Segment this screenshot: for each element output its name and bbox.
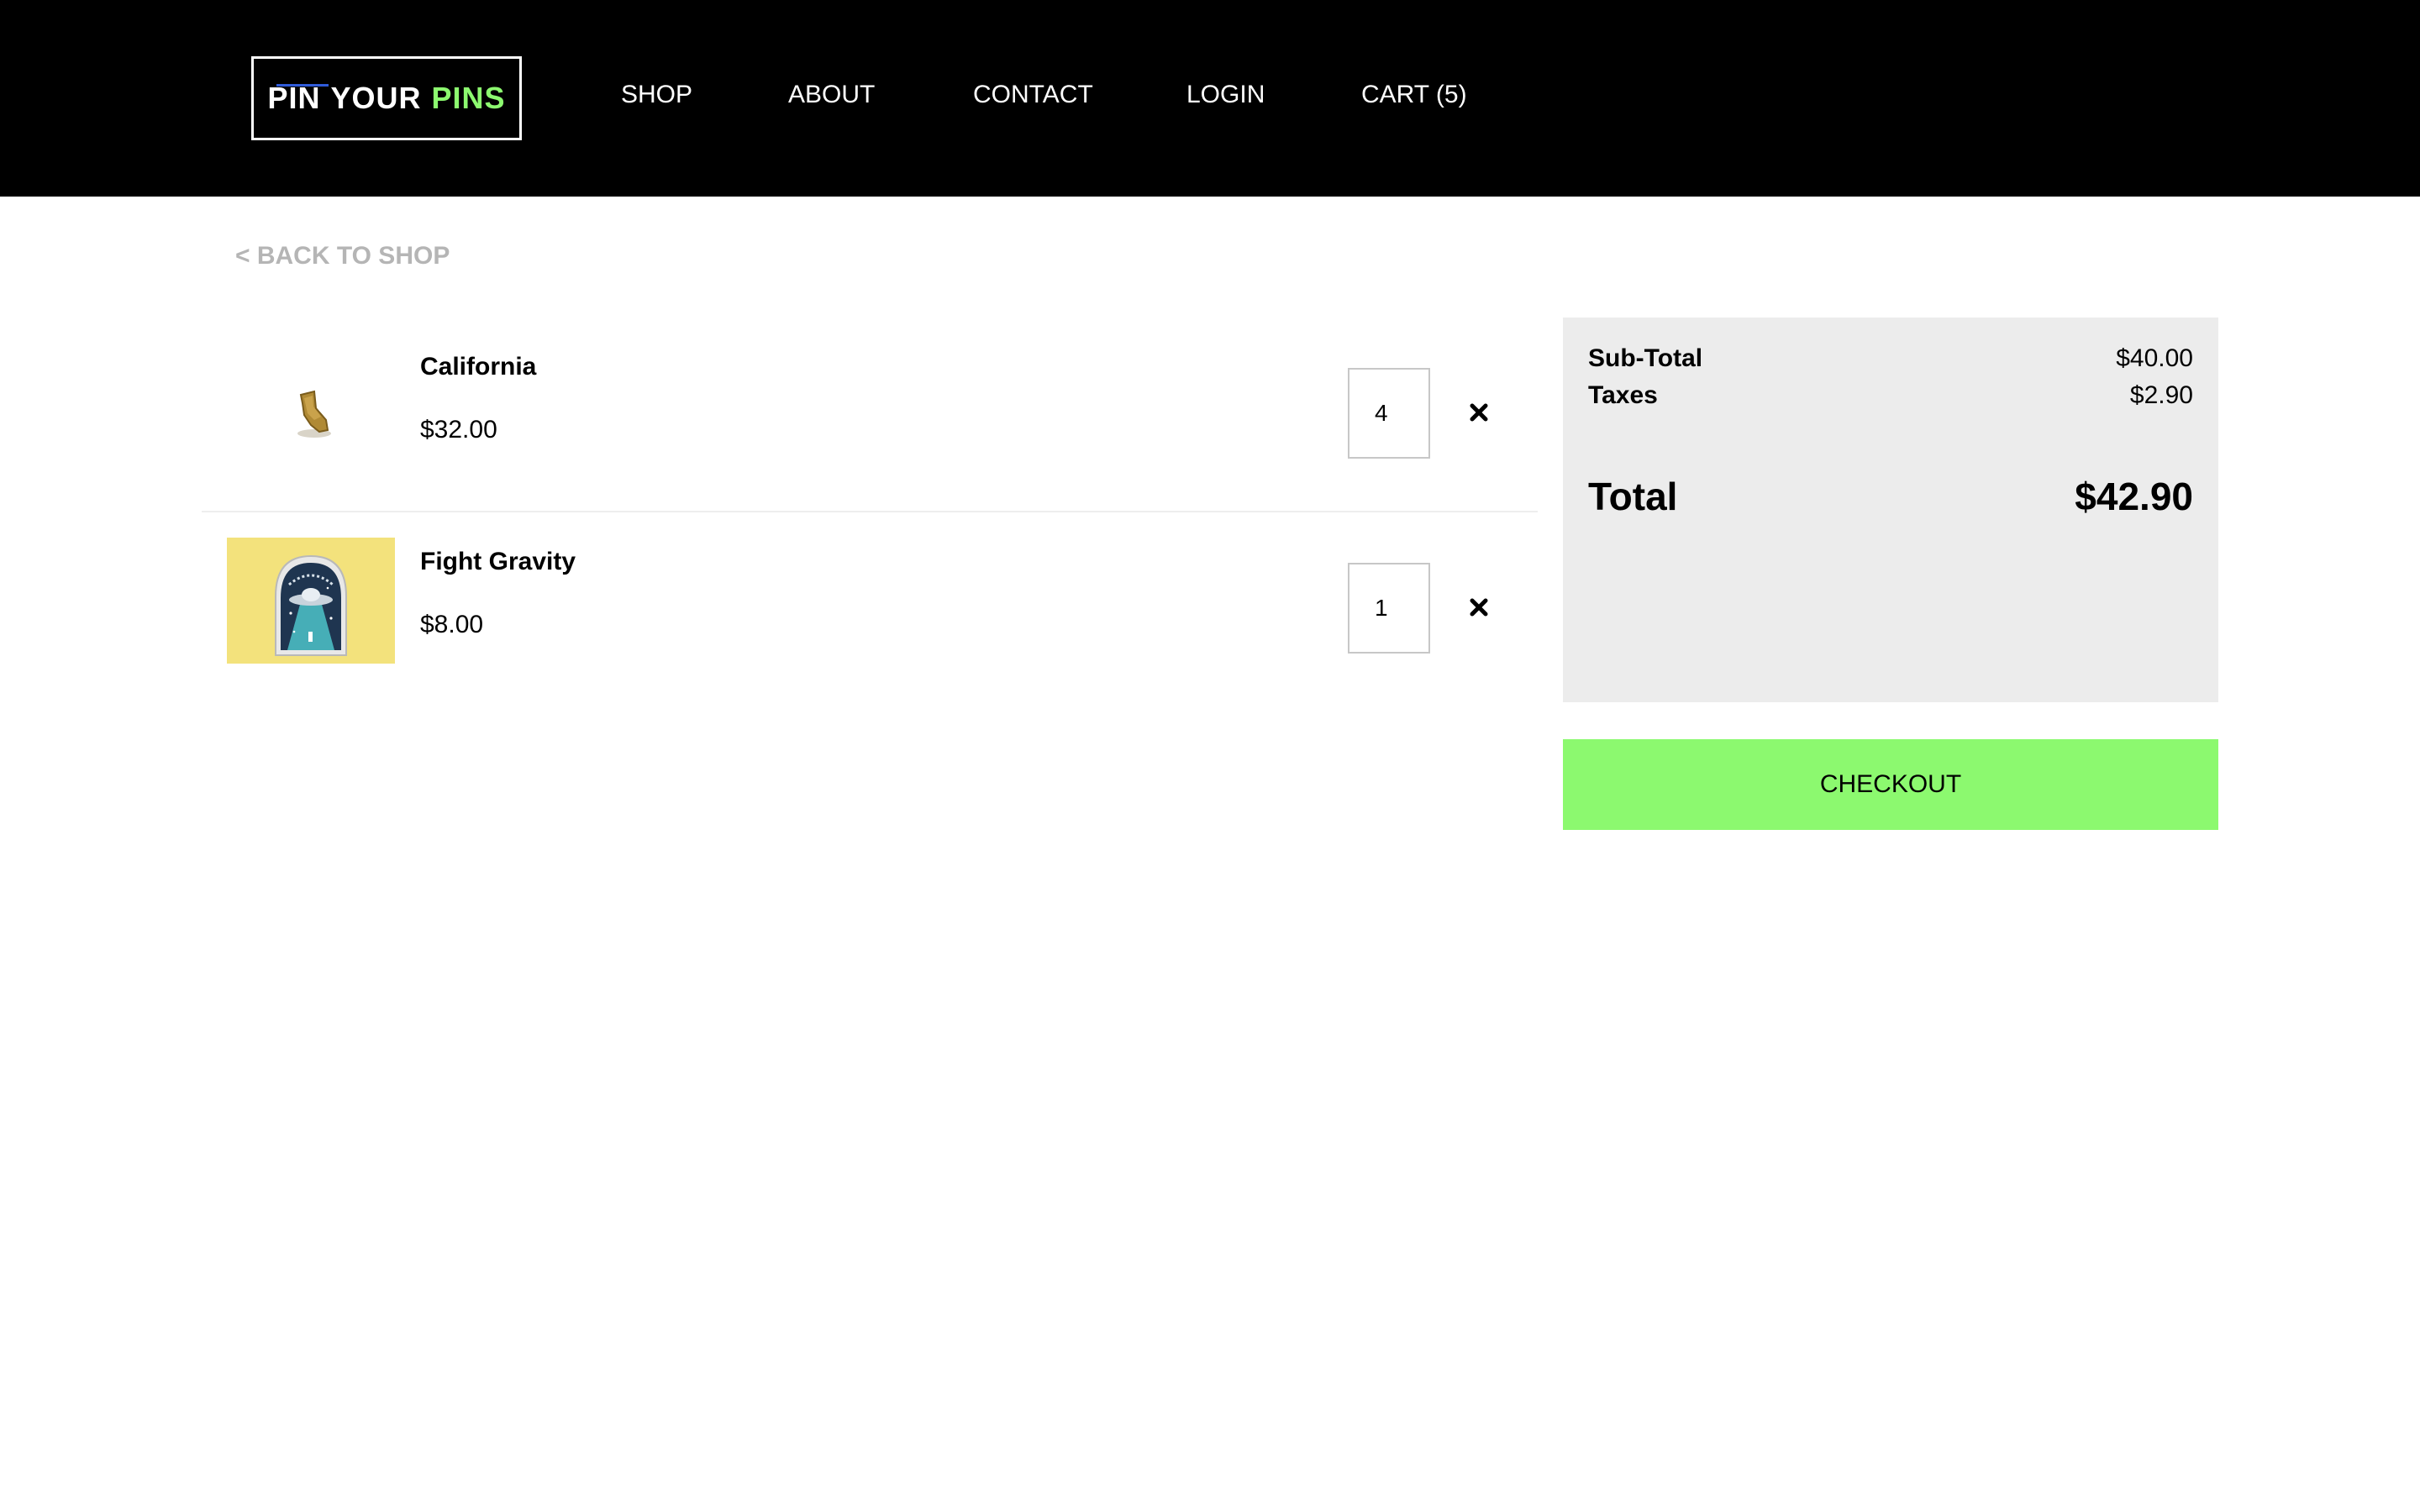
order-summary: Sub-Total $40.00 Taxes $2.90 Total $42.9…	[1563, 318, 2218, 702]
cart-item: California $32.00	[202, 318, 1538, 511]
taxes-label: Taxes	[1588, 381, 1658, 409]
fight-gravity-pin-image	[227, 538, 395, 664]
logo-word-pins: PINS	[431, 81, 506, 115]
subtotal-row: Sub-Total $40.00	[1588, 344, 2193, 373]
california-pin-image	[227, 343, 395, 469]
checkout-button[interactable]: CHECKOUT	[1563, 739, 2218, 830]
nav-shop[interactable]: SHOP	[621, 81, 692, 109]
taxes-value: $2.90	[2129, 381, 2193, 409]
close-icon	[1470, 598, 1488, 617]
nav-cart[interactable]: CART (5)	[1361, 81, 1467, 109]
total-value: $42.90	[2075, 475, 2193, 518]
site-logo[interactable]: PIN YOUR PINS	[251, 56, 522, 140]
item-price: $8.00	[420, 611, 484, 638]
close-icon	[1470, 403, 1488, 422]
nav-login[interactable]: LOGIN	[1186, 81, 1265, 109]
quantity-input[interactable]	[1348, 563, 1430, 654]
nav-contact[interactable]: CONTACT	[973, 81, 1093, 109]
total-row: Total $42.90	[1588, 474, 2193, 519]
quantity-input[interactable]	[1348, 368, 1430, 459]
site-header: PIN YOUR PINS SHOP ABOUT CONTACT LOGIN C…	[0, 0, 2420, 197]
total-label: Total	[1588, 475, 1678, 518]
back-to-shop-link[interactable]: < BACK TO SHOP	[235, 242, 450, 270]
logo-word-your: YOUR	[330, 81, 422, 115]
item-name: Fight Gravity	[420, 548, 576, 575]
nav-about[interactable]: ABOUT	[788, 81, 875, 109]
subtotal-value: $40.00	[2116, 344, 2193, 372]
logo-accent-line	[276, 84, 329, 87]
subtotal-label: Sub-Total	[1588, 344, 1703, 372]
taxes-row: Taxes $2.90	[1588, 381, 2193, 410]
remove-item-button[interactable]	[1462, 586, 1496, 628]
remove-item-button[interactable]	[1462, 391, 1496, 433]
cart-item-list: California $32.00 4 Fight Gravity $8.00 …	[202, 318, 1538, 704]
item-name: California	[420, 353, 537, 381]
cart-item: Fight Gravity $8.00	[202, 511, 1538, 704]
item-price: $32.00	[420, 416, 497, 444]
